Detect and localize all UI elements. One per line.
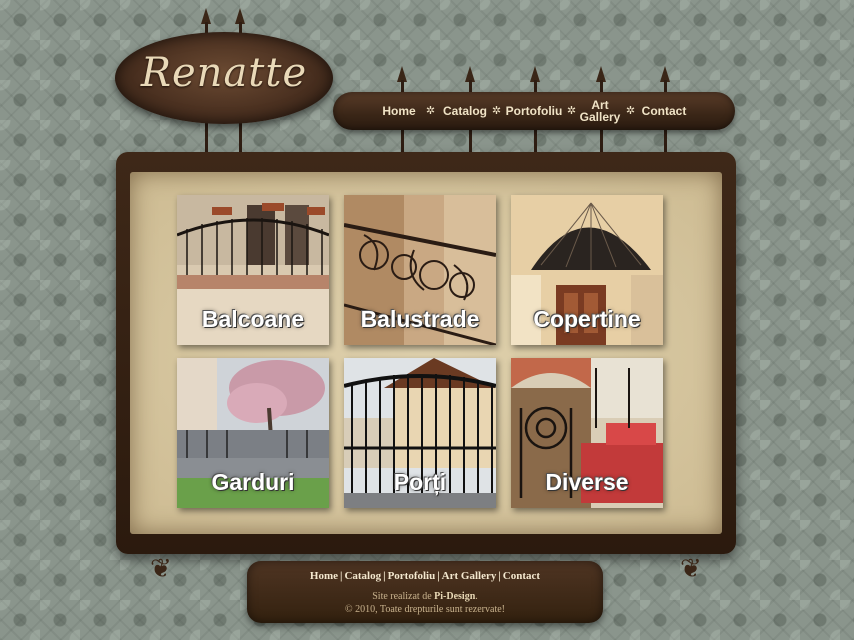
category-tile-balcoane[interactable]: Balcoane <box>177 195 329 345</box>
tile-label: Balustrade <box>360 306 480 332</box>
category-tile-garduri[interactable]: Garduri <box>177 358 329 508</box>
fence-post <box>534 128 537 154</box>
nav-separator-icon: ✲ <box>625 104 636 117</box>
fence-post <box>239 120 242 154</box>
nav-contact[interactable]: Contact <box>639 92 689 130</box>
designer-link[interactable]: Pi-Design <box>434 591 475 602</box>
tile-label: Porți <box>393 469 447 495</box>
ornament-right-icon: ❦ <box>680 554 702 584</box>
footer-copyright: © 2010, Toate drepturile sunt rezervate! <box>345 604 505 615</box>
site-footer: Home | Catalog | Portofoliu | Art Gallery | Cont… <box>247 561 603 623</box>
tile-label: Garduri <box>211 469 295 495</box>
footer-link-contact[interactable]: Contact <box>503 570 540 582</box>
category-tile-diverse[interactable]: Diverse <box>511 358 663 508</box>
footer-link-portofoliu[interactable]: Portofoliu <box>388 570 436 582</box>
tile-label: Diverse <box>545 469 629 495</box>
nav-separator-icon: ✲ <box>425 104 436 117</box>
site-logo[interactable]: Renatte <box>115 32 333 124</box>
nav-portofoliu[interactable]: Portofoliu <box>503 92 565 130</box>
tile-label: Copertine <box>533 306 641 332</box>
footer-nav: Home | Catalog | Portofoliu | Art Gallery | Cont… <box>309 570 541 582</box>
logo-text: Renatte <box>140 50 308 96</box>
tile-label: Balcoane <box>201 306 305 332</box>
nav-separator-icon: ✲ <box>566 104 577 117</box>
nav-home[interactable]: Home <box>379 92 419 130</box>
fence-post <box>664 128 667 154</box>
fence-post <box>600 128 603 154</box>
fence-post <box>205 120 208 154</box>
footer-credit: Site realizat de Pi-Design. <box>372 591 478 602</box>
ornament-left-icon: ❦ <box>150 554 172 584</box>
category-tile-porti[interactable]: Porți <box>344 358 496 508</box>
nav-art-gallery[interactable]: Art Gallery <box>579 92 621 130</box>
nav-separator-icon: ✲ <box>491 104 502 117</box>
category-tile-balustrade[interactable]: Balustrade <box>344 195 496 345</box>
fence-post <box>401 128 404 154</box>
nav-catalog[interactable]: Catalog <box>440 92 490 130</box>
category-tile-copertine[interactable]: Copertine <box>511 195 663 345</box>
footer-link-home[interactable]: Home <box>310 570 338 582</box>
footer-link-art-gallery[interactable]: Art Gallery <box>442 570 497 582</box>
footer-link-catalog[interactable]: Catalog <box>344 570 381 582</box>
main-nav: Home ✲ Catalog ✲ Portofoliu ✲ Art Galler… <box>333 92 735 130</box>
fence-post <box>469 128 472 154</box>
